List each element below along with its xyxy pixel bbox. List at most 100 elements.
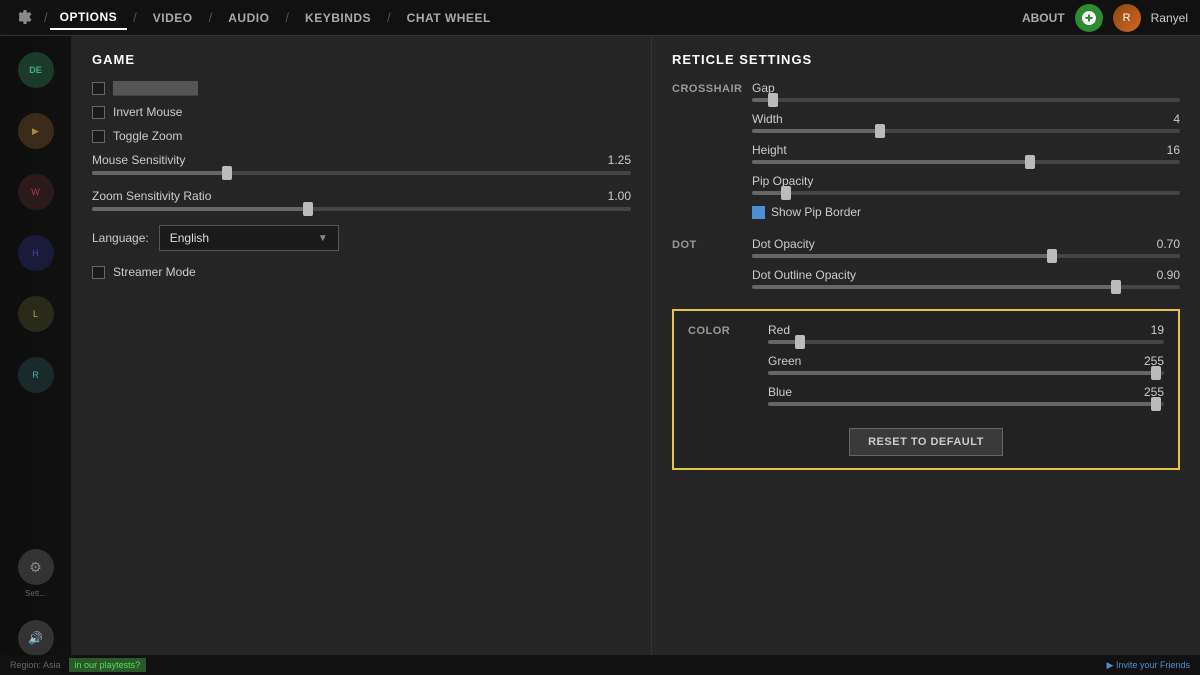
height-thumb[interactable] — [1025, 155, 1035, 169]
pip-opacity-thumb[interactable] — [781, 186, 791, 200]
nav-sep-2: / — [209, 10, 213, 25]
dot-section: DOT Dot Opacity 0.70 Dot Outl — [672, 237, 1180, 299]
green-row: Green 255 — [768, 354, 1164, 375]
dot-outline-opacity-fill — [752, 285, 1116, 289]
width-thumb[interactable] — [875, 124, 885, 138]
sidebar-item-lea[interactable]: L — [0, 288, 71, 343]
status-bar: Region: Asia in our playtests? ▶ Invite … — [0, 655, 1200, 675]
gap-row: Gap — [752, 81, 1180, 102]
status-icon — [1075, 4, 1103, 32]
nav-tabs: OPTIONS / VIDEO / AUDIO / KEYBINDS / CHA… — [50, 6, 501, 30]
height-track[interactable] — [752, 160, 1180, 164]
left-sidebar: DE ▶ W H L R ⚙ Sett... 🔊 — [0, 36, 72, 675]
zoom-sensitivity-value: 1.00 — [608, 189, 631, 203]
gap-thumb[interactable] — [768, 93, 778, 107]
width-fill — [752, 129, 880, 133]
tab-chatwheel[interactable]: CHAT WHEEL — [397, 7, 501, 29]
sidebar-item-res[interactable]: R — [0, 349, 71, 404]
pip-opacity-track[interactable] — [752, 191, 1180, 195]
nav-sep-1: / — [133, 10, 137, 25]
about-link[interactable]: ABOUT — [1022, 11, 1065, 25]
checkbox-streamer-mode[interactable] — [92, 266, 105, 279]
red-track[interactable] — [768, 340, 1164, 344]
width-value: 4 — [1173, 112, 1180, 126]
mouse-sensitivity-row: Mouse Sensitivity 1.25 — [92, 153, 631, 175]
top-bar: / OPTIONS / VIDEO / AUDIO / KEYBINDS / C… — [0, 0, 1200, 36]
mouse-sensitivity-fill — [92, 171, 227, 175]
color-controls: Red 19 Green 255 — [768, 323, 1164, 416]
dot-opacity-fill — [752, 254, 1052, 258]
options-panel: GAME ██████████ Invert Mouse Toggle Zoom… — [72, 36, 652, 675]
green-track[interactable] — [768, 371, 1164, 375]
checkbox-row-hidden: ██████████ — [92, 81, 631, 95]
dot-opacity-value: 0.70 — [1157, 237, 1180, 251]
main-content: DE ▶ W H L R ⚙ Sett... 🔊 GAME ███ — [0, 36, 1200, 675]
checkbox-show-pip-border[interactable] — [752, 206, 765, 219]
dot-opacity-row: Dot Opacity 0.70 — [752, 237, 1180, 258]
playtests-button[interactable]: in our playtests? — [69, 658, 147, 672]
sidebar-item-her[interactable]: H — [0, 227, 71, 282]
blue-thumb[interactable] — [1151, 397, 1161, 411]
tab-options[interactable]: OPTIONS — [50, 6, 128, 30]
zoom-sensitivity-thumb[interactable] — [303, 202, 313, 216]
language-value: English — [170, 231, 209, 245]
tab-keybinds[interactable]: KEYBINDS — [295, 7, 381, 29]
checkbox-toggle-zoom[interactable] — [92, 130, 105, 143]
language-select[interactable]: English ▼ — [159, 225, 339, 251]
blue-fill — [768, 402, 1156, 406]
green-thumb[interactable] — [1151, 366, 1161, 380]
red-thumb[interactable] — [795, 335, 805, 349]
gap-track[interactable] — [752, 98, 1180, 102]
zoom-sensitivity-label: Zoom Sensitivity Ratio — [92, 189, 211, 203]
sidebar-item-de[interactable]: DE — [0, 44, 71, 99]
dot-outline-opacity-track[interactable] — [752, 285, 1180, 289]
chevron-down-icon: ▼ — [318, 233, 328, 244]
hidden-label: ██████████ — [113, 81, 198, 95]
reset-to-default-button[interactable]: RESET TO DEFAULT — [849, 428, 1003, 456]
dot-outline-opacity-row: Dot Outline Opacity 0.90 — [752, 268, 1180, 289]
tab-audio[interactable]: AUDIO — [218, 7, 279, 29]
zoom-sensitivity-track[interactable] — [92, 207, 631, 211]
streamer-mode-label: Streamer Mode — [113, 265, 196, 279]
crosshair-label: CROSSHAIR — [672, 81, 752, 227]
toggle-zoom-label: Toggle Zoom — [113, 129, 182, 143]
color-section-inner: COLOR Red 19 — [688, 323, 1164, 416]
height-fill — [752, 160, 1030, 164]
invite-friends-link[interactable]: ▶ Invite your Friends — [1107, 660, 1190, 671]
mouse-sensitivity-track[interactable] — [92, 171, 631, 175]
dot-outline-opacity-value: 0.90 — [1157, 268, 1180, 282]
sidebar-item-war[interactable]: W — [0, 166, 71, 221]
invert-mouse-label: Invert Mouse — [113, 105, 182, 119]
green-fill — [768, 371, 1156, 375]
gear-icon — [12, 7, 34, 29]
show-pip-border-row: Show Pip Border — [752, 205, 1180, 219]
height-row: Height 16 — [752, 143, 1180, 164]
red-label: Red — [768, 323, 790, 337]
width-row: Width 4 — [752, 112, 1180, 133]
nav-sep-0: / — [44, 10, 48, 25]
checkbox-row-invert-mouse: Invert Mouse — [92, 105, 631, 119]
dot-opacity-track[interactable] — [752, 254, 1180, 258]
sidebar-item-play[interactable]: ▶ — [0, 105, 71, 160]
blue-track[interactable] — [768, 402, 1164, 406]
height-value: 16 — [1167, 143, 1180, 157]
dot-controls: Dot Opacity 0.70 Dot Outline Opacity 0.9… — [752, 237, 1180, 299]
color-label: COLOR — [688, 323, 768, 416]
dot-label: DOT — [672, 237, 752, 299]
sidebar-item-settings[interactable]: ⚙ Sett... — [0, 541, 71, 606]
width-track[interactable] — [752, 129, 1180, 133]
red-value: 19 — [1151, 323, 1164, 337]
reticle-section-title: RETICLE SETTINGS — [672, 52, 1180, 67]
checkbox-invert-mouse[interactable] — [92, 106, 105, 119]
checkbox-hidden[interactable] — [92, 82, 105, 95]
height-label: Height — [752, 143, 787, 157]
color-section: COLOR Red 19 — [672, 309, 1180, 470]
region-text: Region: Asia — [10, 660, 61, 670]
dot-outline-opacity-thumb[interactable] — [1111, 280, 1121, 294]
mouse-sensitivity-thumb[interactable] — [222, 166, 232, 180]
dot-opacity-thumb[interactable] — [1047, 249, 1057, 263]
zoom-sensitivity-row: Zoom Sensitivity Ratio 1.00 — [92, 189, 631, 211]
tab-video[interactable]: VIDEO — [143, 7, 203, 29]
red-row: Red 19 — [768, 323, 1164, 344]
language-label: Language: — [92, 231, 149, 245]
